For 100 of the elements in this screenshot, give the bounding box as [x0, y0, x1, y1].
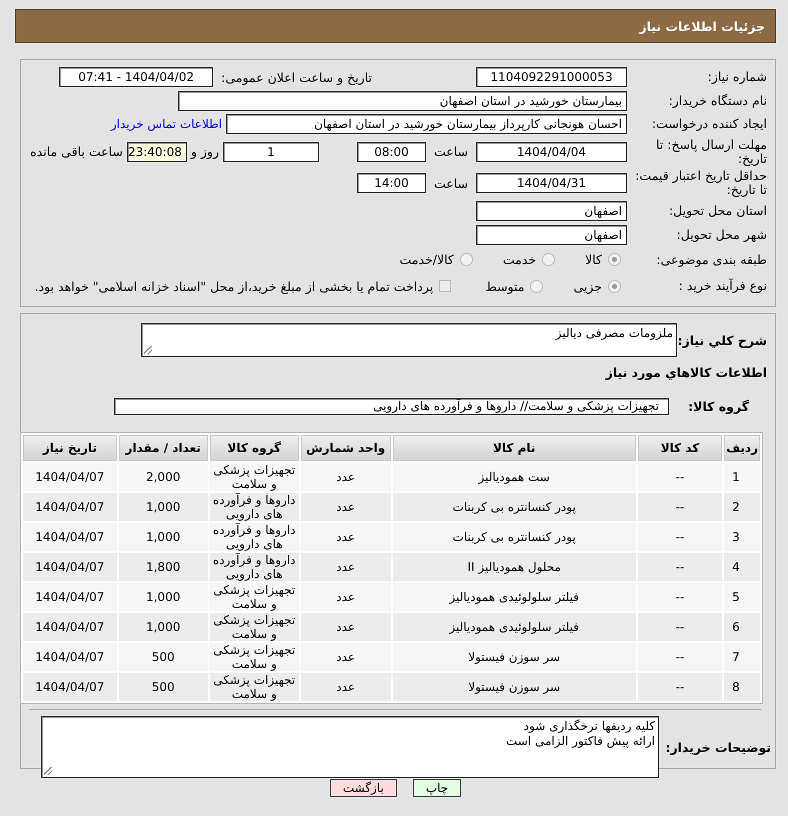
table-cell: --	[638, 613, 722, 642]
table-cell: عدد	[300, 673, 390, 702]
table-cell: ست همودیالیز	[392, 463, 636, 492]
checkbox[interactable]	[439, 280, 452, 292]
note-line: ارائه پیش فاکتور الزامی است	[504, 734, 655, 750]
table-cell: --	[638, 463, 722, 492]
table-cell: 500	[118, 643, 208, 672]
days-field: 1	[222, 142, 319, 162]
table-cell: داروها و فرآورده های دارویی	[210, 493, 299, 522]
radio-button[interactable]	[608, 280, 621, 293]
resize-grip-icon	[44, 767, 52, 776]
field-label: طبقه بندی موضوعی:	[655, 252, 767, 267]
field-label: تاریخ و ساعت اعلان عمومی:	[221, 70, 372, 84]
table-cell: عدد	[300, 553, 390, 582]
table-cell: 1,800	[118, 553, 208, 582]
option-label: کالا/خدمت	[399, 252, 454, 268]
table-cell: تجهیزات پزشکی و سلامت	[210, 463, 299, 492]
section-heading: اطلاعات کالاهاي مورد نياز	[604, 365, 767, 380]
table-cell: --	[638, 493, 722, 522]
field-label: ساعت	[434, 176, 468, 191]
table-cell: پودر کنسانتره بی کربنات	[392, 523, 636, 552]
goods-group-field: تجهیزات پزشکی و سلامت// داروها و فرآورده های دارویی	[114, 398, 669, 416]
table-cell: 3	[724, 523, 760, 552]
date-field: 1404/04/04	[476, 142, 627, 162]
table-cell: عدد	[300, 493, 390, 522]
table-cell: تجهیزات پزشکی و سلامت	[210, 583, 299, 612]
table-cell: محلول همودیالیز II	[392, 553, 636, 582]
table-cell: فیلتر سلولوئیدی همودیالیز	[392, 613, 636, 642]
field-label: روز و	[190, 144, 219, 160]
column-header: واحد شمارش	[300, 435, 390, 462]
table-cell: 1404/04/07	[23, 613, 117, 642]
table-cell: 6	[724, 613, 760, 642]
table-cell: 1404/04/07	[23, 523, 117, 552]
column-header: گروه کالا	[210, 435, 299, 462]
field-label: شهر محل تحویل:	[676, 228, 767, 242]
resize-grip-icon	[144, 346, 152, 354]
field-label: پرداخت تمام یا بخشی از مبلغ خرید،از محل "اسناد خزانه اسلامی" خواهد بود.	[34, 278, 434, 294]
table-cell: 1404/04/07	[23, 463, 117, 492]
table-cell: عدد	[300, 523, 390, 552]
table-cell: 1,000	[118, 583, 208, 612]
table-cell: سر سوزن فیستولا	[392, 673, 636, 702]
option-label: کالا	[585, 252, 602, 268]
table-cell: 2	[724, 493, 760, 522]
field-label: مهلت ارسال پاسخ: تا تاریخ:	[655, 138, 767, 166]
field-label: شماره نیاز:	[706, 70, 767, 84]
radio-button[interactable]	[608, 253, 621, 266]
table-cell: فیلتر سلولوئیدی همودیالیز	[392, 583, 636, 612]
contact-link[interactable]: اطلاعات تماس خریدار	[110, 117, 222, 132]
table-cell: 1,000	[118, 613, 208, 642]
table-cell: 1	[724, 463, 760, 492]
table-cell: 1,000	[118, 493, 208, 522]
table-cell: 4	[724, 553, 760, 582]
table-cell: عدد	[300, 613, 390, 642]
value-field: اصفهان	[476, 200, 627, 221]
column-header: کد کالا	[638, 435, 722, 462]
table-cell: عدد	[300, 643, 390, 672]
table-cell: داروها و فرآورده های دارویی	[210, 523, 299, 552]
page-title: جزئیات اطلاعات نیاز	[15, 9, 776, 43]
value-field: احسان هونجانی کارپرداز بیمارستان خورشید در استان اصفهان	[226, 114, 627, 134]
table-cell: --	[638, 643, 722, 672]
field-label: حداقل تاریخ اعتبار قیمت: تا تاریخ:	[634, 169, 767, 198]
column-header: تعداد / مقدار	[118, 435, 208, 462]
date-field: 1404/04/31	[476, 173, 627, 194]
field-label: نوع فرآیند خرید :	[678, 279, 767, 294]
column-header: نام کالا	[392, 435, 636, 462]
remaining-time-field: 23:40:08	[126, 142, 187, 162]
field-value: ملزومات مصرفی دیالیز	[556, 326, 673, 340]
table-cell: 500	[118, 673, 208, 702]
print-button[interactable]: چاپ	[412, 779, 462, 798]
table-cell: تجهیزات پزشکی و سلامت	[210, 673, 299, 702]
table-cell: عدد	[300, 583, 390, 612]
table-cell: --	[638, 553, 722, 582]
table-cell: 1404/04/07	[23, 643, 117, 672]
table-cell: 1,000	[118, 523, 208, 552]
table-cell: 5	[724, 583, 760, 612]
table-cell: تجهیزات پزشکی و سلامت	[210, 613, 299, 642]
field-label: ایجاد کننده درخواست:	[650, 117, 767, 132]
option-label: جزیی	[573, 278, 602, 294]
value-field: 1104092291000053	[476, 67, 627, 87]
table-cell: 1404/04/07	[23, 583, 117, 612]
column-header: ردیف	[724, 435, 760, 462]
field-label: نام دستگاه خریدار:	[668, 94, 767, 108]
radio-button[interactable]	[460, 253, 473, 266]
option-label: متوسط	[485, 278, 524, 294]
option-label: خدمت	[502, 252, 536, 268]
back-button[interactable]: بازگشت	[330, 779, 397, 798]
radio-button[interactable]	[542, 253, 556, 266]
table-cell: 1404/04/07	[23, 553, 117, 582]
value-field: بیمارستان خورشید در استان اصفهان	[178, 90, 627, 111]
radio-button[interactable]	[530, 280, 544, 293]
table-cell: 8	[724, 673, 760, 702]
table-cell: عدد	[300, 463, 390, 492]
table-cell: پودر کنسانتره بی کربنات	[392, 493, 636, 522]
value-field: اصفهان	[476, 224, 627, 245]
table-cell: 7	[724, 643, 760, 672]
field-label: ساعت باقی مانده	[30, 144, 123, 160]
field-label: گروه کالا:	[689, 399, 750, 414]
table-cell: 1404/04/07	[23, 493, 117, 522]
column-header: تاریخ نیاز	[23, 435, 117, 462]
field-label: توضیحات خریدار:	[664, 740, 771, 755]
